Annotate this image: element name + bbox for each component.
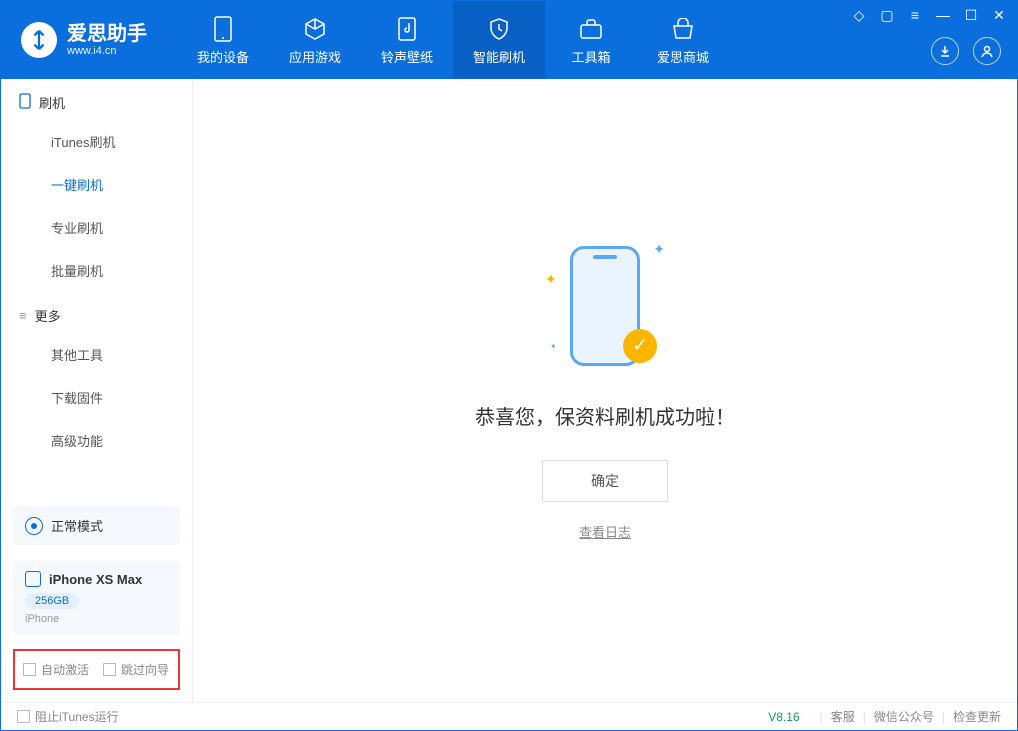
ok-button[interactable]: 确定 xyxy=(542,460,668,502)
check-block-itunes[interactable]: 阻止iTunes运行 xyxy=(17,708,119,725)
highlighted-checks: 自动激活 跳过向导 xyxy=(13,649,180,690)
main-content: ✦ ✦ ✦ ✓ 恭喜您，保资料刷机成功啦！ 确定 查看日志 xyxy=(193,79,1017,702)
sidebar-item-download-firmware[interactable]: 下载固件 xyxy=(1,376,192,419)
success-illustration: ✦ ✦ ✦ ✓ xyxy=(545,241,665,381)
toolbox-icon xyxy=(577,15,605,43)
mode-card[interactable]: 正常模式 xyxy=(13,506,180,545)
shirt-icon[interactable]: ◇ xyxy=(851,7,867,24)
device-card[interactable]: iPhone XS Max 256GB iPhone xyxy=(13,561,180,635)
lock-icon[interactable]: ▢ xyxy=(879,7,895,24)
sidebar-item-batch-flash[interactable]: 批量刷机 xyxy=(1,249,192,292)
nav-tabs: 我的设备 应用游戏 铃声壁纸 智能刷机 工具箱 爱思商城 xyxy=(177,1,729,79)
shield-icon xyxy=(485,15,513,43)
sidebar-item-advanced[interactable]: 高级功能 xyxy=(1,419,192,462)
user-button[interactable] xyxy=(973,37,1001,65)
footer-link-wechat[interactable]: 微信公众号 xyxy=(874,708,934,725)
close-button[interactable]: ✕ xyxy=(991,7,1007,24)
footer-link-update[interactable]: 检查更新 xyxy=(953,708,1001,725)
nav-tab-ringtone[interactable]: 铃声壁纸 xyxy=(361,1,453,79)
check-auto-activate[interactable]: 自动激活 xyxy=(23,661,89,678)
sidebar-section-more: ≡ 更多 xyxy=(1,292,192,333)
app-url: www.i4.cn xyxy=(67,45,147,57)
mode-icon xyxy=(25,517,43,535)
logo-icon xyxy=(21,22,57,58)
cube-icon xyxy=(301,15,329,43)
check-skip-guide[interactable]: 跳过向导 xyxy=(103,661,169,678)
download-button[interactable] xyxy=(931,37,959,65)
phone-icon xyxy=(25,571,41,587)
footer: 阻止iTunes运行 V8.16 | 客服 | 微信公众号 | 检查更新 xyxy=(1,702,1017,730)
device-icon xyxy=(209,15,237,43)
minimize-button[interactable]: — xyxy=(935,7,951,24)
sidebar: 刷机 iTunes刷机 一键刷机 专业刷机 批量刷机 ≡ 更多 其他工具 下载固… xyxy=(1,79,193,702)
sidebar-item-pro-flash[interactable]: 专业刷机 xyxy=(1,206,192,249)
header-right xyxy=(931,37,1001,65)
list-icon: ≡ xyxy=(19,308,27,323)
checkbox-icon xyxy=(103,663,116,676)
nav-tab-flash[interactable]: 智能刷机 xyxy=(453,1,545,79)
view-log-link[interactable]: 查看日志 xyxy=(579,522,631,541)
menu-icon[interactable]: ≡ xyxy=(907,7,923,24)
footer-link-support[interactable]: 客服 xyxy=(831,708,855,725)
nav-tab-device[interactable]: 我的设备 xyxy=(177,1,269,79)
phone-small-icon xyxy=(19,93,31,112)
nav-tab-toolbox[interactable]: 工具箱 xyxy=(545,1,637,79)
sidebar-item-itunes-flash[interactable]: iTunes刷机 xyxy=(1,120,192,163)
sidebar-item-oneclick-flash[interactable]: 一键刷机 xyxy=(1,163,192,206)
nav-tab-store[interactable]: 爱思商城 xyxy=(637,1,729,79)
storage-badge: 256GB xyxy=(25,593,79,609)
logo-area: 爱思助手 www.i4.cn xyxy=(1,22,167,58)
device-type: iPhone xyxy=(25,613,168,625)
checkbox-icon xyxy=(23,663,36,676)
check-icon: ✓ xyxy=(623,329,657,363)
version-label: V8.16 xyxy=(768,710,799,724)
nav-tab-apps[interactable]: 应用游戏 xyxy=(269,1,361,79)
sidebar-section-flash: 刷机 xyxy=(1,79,192,120)
maximize-button[interactable]: ☐ xyxy=(963,7,979,24)
store-icon xyxy=(669,15,697,43)
mode-label: 正常模式 xyxy=(51,516,103,535)
device-name: iPhone XS Max xyxy=(49,572,142,587)
music-icon xyxy=(393,15,421,43)
header: 爱思助手 www.i4.cn 我的设备 应用游戏 铃声壁纸 智能刷机 工具箱 爱… xyxy=(1,1,1017,79)
app-name: 爱思助手 xyxy=(67,23,147,45)
checkbox-icon xyxy=(17,710,30,723)
sidebar-item-other-tools[interactable]: 其他工具 xyxy=(1,333,192,376)
success-message: 恭喜您，保资料刷机成功啦！ xyxy=(475,401,735,430)
titlebar-controls: ◇ ▢ ≡ — ☐ ✕ xyxy=(851,7,1007,24)
